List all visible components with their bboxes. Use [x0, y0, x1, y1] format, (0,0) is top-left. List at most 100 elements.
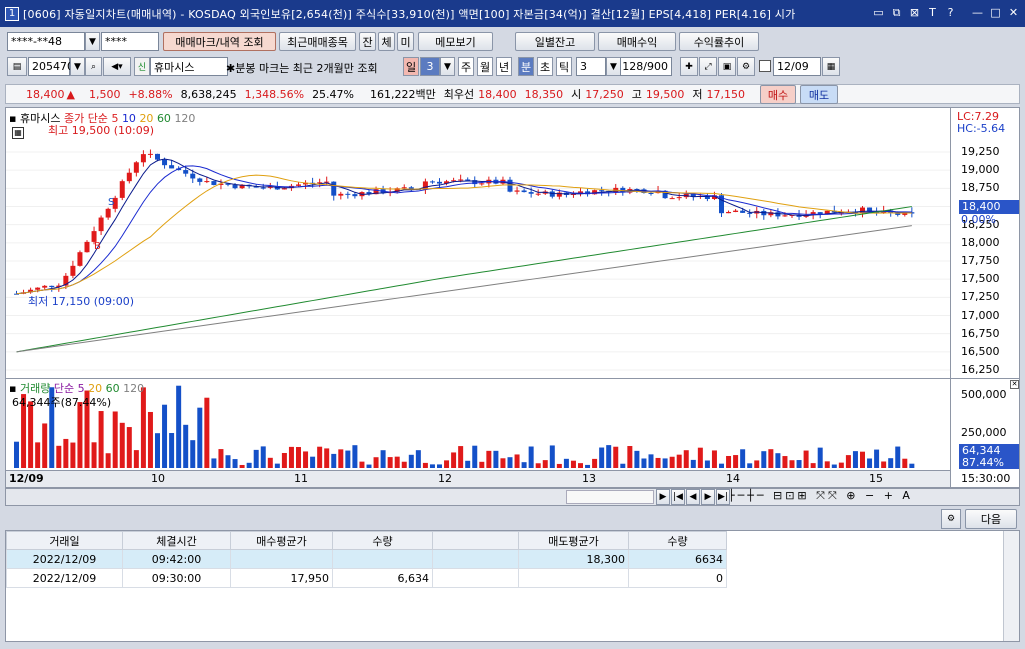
balance-button[interactable]: 잔: [359, 32, 376, 51]
tick-dropdown-icon[interactable]: ▼: [606, 57, 621, 76]
zoom-in-icon[interactable]: +: [884, 489, 896, 502]
indicator-icon[interactable]: ✚: [680, 57, 698, 76]
volume-bar: [648, 454, 654, 468]
settings-icon[interactable]: ⚙: [737, 57, 755, 76]
period-day[interactable]: 일: [403, 57, 419, 76]
unit-second[interactable]: 초: [537, 57, 553, 76]
executed-button[interactable]: 체: [378, 32, 395, 51]
trade-table: 거래일 체결시간 매수평균가 수량 매도평균가 수량 2022/12/09 09:42:00…: [6, 531, 727, 588]
close-icon[interactable]: ✕: [1006, 5, 1021, 20]
vertical-scrollbar[interactable]: [1003, 531, 1019, 641]
daily-balance-button[interactable]: 일별잔고: [515, 32, 595, 51]
zoom-slider-icon[interactable]: ├─┼─: [728, 489, 767, 502]
candle: [331, 181, 337, 196]
scroll-prev-icon[interactable]: ◀: [686, 489, 700, 505]
drawing-icon[interactable]: ⤢: [699, 57, 717, 76]
x-tick: 12/09: [9, 472, 44, 485]
buy-button[interactable]: 매수: [760, 85, 796, 104]
minimize-icon[interactable]: —: [970, 5, 985, 20]
mark-icon[interactable]: ⤧⤧: [816, 489, 840, 502]
date-checkbox[interactable]: [759, 60, 771, 72]
unit-week[interactable]: 주: [458, 57, 474, 76]
zoom-out-icon[interactable]: −: [865, 489, 877, 502]
count-input[interactable]: 128/900: [620, 57, 672, 76]
unexecuted-button[interactable]: 미: [397, 32, 414, 51]
recent-trade-button[interactable]: 최근매매종목: [279, 32, 356, 51]
volume-bar: [796, 460, 802, 468]
layout-icon[interactable]: ⊟⊡⊞: [773, 489, 810, 502]
volume-bar: [366, 464, 372, 468]
memo-button[interactable]: 메모보기: [418, 32, 493, 51]
candle: [437, 181, 442, 184]
restore-icon[interactable]: ▭: [871, 5, 886, 20]
account-dropdown-icon[interactable]: ▼: [85, 32, 100, 51]
table-cell: 2022/12/09: [6, 549, 123, 569]
help-icon[interactable]: ?: [943, 5, 958, 20]
table-row[interactable]: 2022/12/09 09:30:00 17,950 6,634 0: [6, 568, 727, 588]
period-dropdown-icon[interactable]: ▼: [440, 57, 455, 76]
table-header: 수량: [628, 531, 727, 550]
volume-bar: [197, 407, 203, 468]
candle: [782, 215, 788, 217]
next-button[interactable]: 다음: [965, 509, 1017, 529]
sell-button[interactable]: 매도: [800, 85, 838, 104]
price-tick: 17,250: [961, 290, 1000, 304]
save-icon[interactable]: ▣: [718, 57, 736, 76]
candle: [197, 178, 203, 182]
price-legend-toggle[interactable]: ▪: [9, 112, 16, 125]
trade-mark-query-button[interactable]: 매매마크/내역 조회: [163, 32, 276, 51]
code-dropdown-icon[interactable]: ▼: [70, 57, 85, 76]
volume-bar: [56, 445, 62, 468]
date-input[interactable]: 12/09: [773, 57, 821, 76]
stock-code-input[interactable]: 205470: [28, 57, 74, 76]
text-tool-icon[interactable]: A: [902, 489, 913, 502]
volume-bar: [77, 402, 83, 468]
zoom-tools[interactable]: ├─┼─ ⊟⊡⊞ ⤧⤧ ⊕ − + A: [728, 489, 913, 503]
scroll-thumb[interactable]: [566, 490, 654, 504]
ma20-line: [16, 174, 912, 295]
chart-zoom-icon[interactable]: ⊕: [846, 489, 858, 502]
volume-bar: [556, 463, 562, 468]
unit-minute[interactable]: 분: [518, 57, 534, 76]
volume-bar: [683, 450, 689, 468]
volume-bar: [479, 461, 485, 468]
scroll-next-icon[interactable]: ▶: [701, 489, 715, 505]
chart-canvas[interactable]: SB: [6, 108, 1019, 487]
volume-bar: [303, 451, 309, 468]
speaker-icon[interactable]: ◀▾: [103, 57, 131, 76]
hc-label: HC:-5.64: [957, 122, 1006, 135]
chart-scroll-bar[interactable]: ▶ |◀ ◀ ▶ ▶| ├─┼─ ⊟⊡⊞ ⤧⤧ ⊕ − + A: [5, 488, 1020, 506]
maximize-icon[interactable]: □: [988, 5, 1003, 20]
close-pane-icon[interactable]: ✕: [1010, 380, 1019, 389]
font-icon[interactable]: T: [925, 5, 940, 20]
tick-value-input[interactable]: 3: [576, 57, 606, 76]
candle: [528, 192, 534, 194]
volume-bar: [112, 411, 118, 468]
grid-icon[interactable]: ▦: [12, 127, 24, 139]
account-input[interactable]: ****-**48: [7, 32, 85, 51]
unit-tick[interactable]: 틱: [556, 57, 572, 76]
stock-chart[interactable]: SB ▪ 휴마시스 종가 단순 5 10 20 60 120 ▦ 최고 19,5…: [5, 107, 1020, 488]
calendar-icon[interactable]: ▦: [822, 57, 840, 76]
volume-bar: [63, 438, 69, 468]
volume-bar: [803, 450, 809, 468]
x-tick: 12: [438, 472, 452, 485]
scroll-first-icon[interactable]: |◀: [671, 489, 685, 505]
period-value[interactable]: 3: [420, 57, 440, 76]
unit-year[interactable]: 년: [496, 57, 512, 76]
volume-bar: [225, 455, 231, 468]
search-icon[interactable]: ⌕: [85, 57, 102, 76]
grid-settings-icon[interactable]: ⚙: [941, 509, 961, 529]
tile-icon[interactable]: ⧉: [889, 5, 904, 20]
change-percent: +8.88%: [128, 87, 173, 101]
chart-type-icon[interactable]: ▤: [7, 57, 27, 76]
return-trend-button[interactable]: 수익률추이: [679, 32, 759, 51]
table-header: [432, 531, 519, 550]
trade-profit-button[interactable]: 매매수익: [598, 32, 676, 51]
link-icon[interactable]: ⊠: [907, 5, 922, 20]
table-row[interactable]: 2022/12/09 09:42:00 18,300 6634: [6, 549, 727, 569]
unit-month[interactable]: 월: [477, 57, 493, 76]
password-input[interactable]: ****: [101, 32, 159, 51]
scroll-right-icon[interactable]: ▶: [656, 489, 670, 505]
volume-bar: [895, 446, 901, 468]
